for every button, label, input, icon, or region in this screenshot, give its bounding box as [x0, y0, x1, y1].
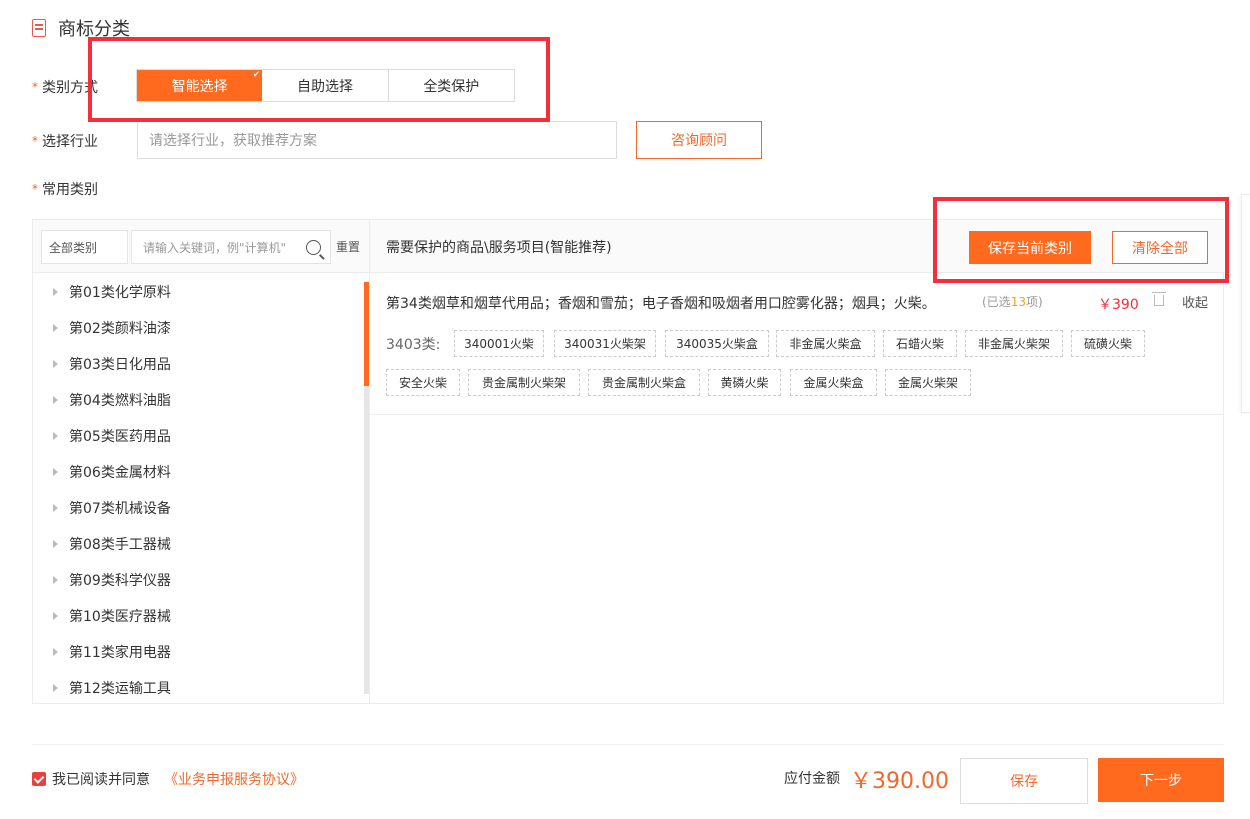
item-tag[interactable]: 硫磺火柴 [1071, 330, 1145, 357]
category-item-label: 第06类金属材料 [69, 465, 171, 481]
save-current-category-button[interactable]: 保存当前类别 [969, 231, 1091, 264]
class-title: 第34类烟草和烟草代用品；香烟和雪茄；电子香烟和吸烟者用口腔雾化器；烟具；火柴。 [386, 296, 936, 312]
consult-advisor-button[interactable]: 咨询顾问 [636, 121, 762, 159]
category-item[interactable]: 第06类金属材料 [33, 454, 363, 490]
item-tag[interactable]: 贵金属制火柴架 [468, 369, 580, 396]
category-filter-select[interactable]: 全部类别 [41, 230, 128, 264]
category-item[interactable]: 第11类家用电器 [33, 634, 363, 670]
selected-items-header: 需要保护的商品\服务项目(智能推荐) 保存当前类别 清除全部 [370, 220, 1224, 273]
category-list: 第01类化学原料 第02类颜料油漆 第03类日化用品 第04类燃料油脂 第05类医药用品… [33, 274, 363, 694]
collapse-link[interactable]: 收起 [1182, 292, 1208, 311]
category-item[interactable]: 第02类颜料油漆 [33, 310, 363, 346]
category-panel: 全部类别 请输入关键词，例"计算机" 重置 第01类化学原料 第02类颜料油漆 第0… [32, 219, 1224, 704]
caret-right-icon[interactable] [53, 648, 58, 656]
item-tag[interactable]: 非金属火柴盒 [776, 330, 875, 357]
category-item-label: 第03类日化用品 [69, 357, 171, 373]
item-tag[interactable]: 340035火柴盒 [665, 330, 769, 357]
caret-right-icon[interactable] [53, 432, 58, 440]
search-icon[interactable] [306, 240, 321, 255]
category-item[interactable]: 第01类化学原料 [33, 274, 363, 310]
item-tag[interactable]: 黄磷火柴 [708, 369, 781, 396]
selected-items-title: 需要保护的商品\服务项目(智能推荐) [386, 240, 612, 256]
caret-right-icon[interactable] [53, 396, 58, 404]
category-item[interactable]: 第08类手工器械 [33, 526, 363, 562]
item-tag[interactable]: 非金属火柴架 [965, 330, 1063, 357]
category-item[interactable]: 第04类燃料油脂 [33, 382, 363, 418]
category-item[interactable]: 第10类医疗器械 [33, 598, 363, 634]
category-item-label: 第08类手工器械 [69, 537, 171, 553]
class-price: ￥390 [1098, 297, 1139, 313]
agreement-bar: 我已阅读并同意 《业务申报服务协议》 应付金额 ￥390.00 保存 下一步 [32, 744, 1224, 810]
subclass-label: 3403类: [386, 337, 441, 353]
document-icon [32, 19, 46, 37]
caret-right-icon[interactable] [53, 360, 58, 368]
caret-right-icon[interactable] [53, 540, 58, 548]
category-method-selector[interactable]: 智能选择 ✔ 自助选择 全类保护 [136, 69, 515, 102]
caret-right-icon[interactable] [53, 612, 58, 620]
category-item[interactable]: 第05类医药用品 [33, 418, 363, 454]
caret-right-icon[interactable] [53, 684, 58, 692]
category-item-label: 第02类颜料油漆 [69, 321, 171, 337]
agree-text: 我已阅读并同意 [52, 772, 150, 788]
item-tag[interactable]: 340001火柴 [454, 330, 544, 357]
category-item[interactable]: 第03类日化用品 [33, 346, 363, 382]
item-tag[interactable]: 340031火柴架 [554, 330, 656, 357]
caret-right-icon[interactable] [53, 468, 58, 476]
next-step-button[interactable]: 下一步 [1098, 758, 1224, 802]
section-title: 商标分类 [58, 19, 130, 40]
category-scrollbar-thumb[interactable] [364, 282, 369, 386]
common-categories-label: * 常用类别 [32, 182, 98, 198]
reset-button[interactable]: 重置 [336, 238, 360, 255]
category-item-label: 第04类燃料油脂 [69, 393, 171, 409]
item-tag[interactable]: 金属火柴盒 [790, 369, 877, 396]
category-item-label: 第09类科学仪器 [69, 573, 171, 589]
save-button[interactable]: 保存 [960, 758, 1088, 804]
payable-label: 应付金额 [784, 771, 840, 787]
method-option-self[interactable]: 自助选择 [262, 70, 389, 101]
category-item[interactable]: 第07类机械设备 [33, 490, 363, 526]
clear-all-button[interactable]: 清除全部 [1112, 231, 1208, 264]
category-filter-toolbar: 全部类别 请输入关键词，例"计算机" 重置 [33, 220, 369, 273]
method-option-full[interactable]: 全类保护 [389, 70, 514, 101]
agree-checkbox[interactable] [32, 772, 46, 786]
caret-right-icon[interactable] [53, 504, 58, 512]
category-tree-column: 全部类别 请输入关键词，例"计算机" 重置 第01类化学原料 第02类颜料油漆 第0… [33, 220, 370, 703]
caret-right-icon[interactable] [53, 576, 58, 584]
trash-icon[interactable] [1152, 292, 1166, 306]
caret-right-icon[interactable] [53, 324, 58, 332]
method-option-smart[interactable]: 智能选择 ✔ [137, 70, 263, 101]
category-item-label: 第01类化学原料 [69, 285, 171, 301]
payable-amount: ￥390.00 [850, 769, 949, 794]
industry-label: * 选择行业 [32, 134, 98, 150]
side-floating-panel [1241, 194, 1250, 413]
selected-items-column: 需要保护的商品\服务项目(智能推荐) 保存当前类别 清除全部 第34类烟草和烟草… [370, 220, 1224, 703]
caret-right-icon[interactable] [53, 288, 58, 296]
category-method-label: * 类别方式 [32, 80, 98, 96]
category-item-label: 第12类运输工具 [69, 681, 171, 694]
check-icon: ✔ [252, 70, 261, 80]
category-item[interactable]: 第09类科学仪器 [33, 562, 363, 598]
item-tag[interactable]: 石蜡火柴 [883, 330, 957, 357]
item-tag[interactable]: 贵金属制火柴盒 [588, 369, 700, 396]
industry-select-input[interactable]: 请选择行业，获取推荐方案 [137, 121, 617, 159]
class-34-block: 第34类烟草和烟草代用品；香烟和雪茄；电子香烟和吸烟者用口腔雾化器；烟具；火柴。… [370, 274, 1224, 415]
category-item-label: 第07类机械设备 [69, 501, 171, 517]
keyword-search-input[interactable]: 请输入关键词，例"计算机" [131, 230, 331, 264]
section-header: 商标分类 [32, 16, 130, 40]
category-item-label: 第10类医疗器械 [69, 609, 171, 625]
category-item-label: 第05类医药用品 [69, 429, 171, 445]
category-item-label: 第11类家用电器 [69, 645, 171, 661]
agreement-link[interactable]: 《业务申报服务协议》 [164, 769, 304, 789]
selected-count: (已选13项) [982, 295, 1043, 309]
item-tag[interactable]: 金属火柴架 [885, 369, 971, 396]
category-item[interactable]: 第12类运输工具 [33, 670, 363, 694]
item-tag[interactable]: 安全火柴 [386, 369, 460, 396]
